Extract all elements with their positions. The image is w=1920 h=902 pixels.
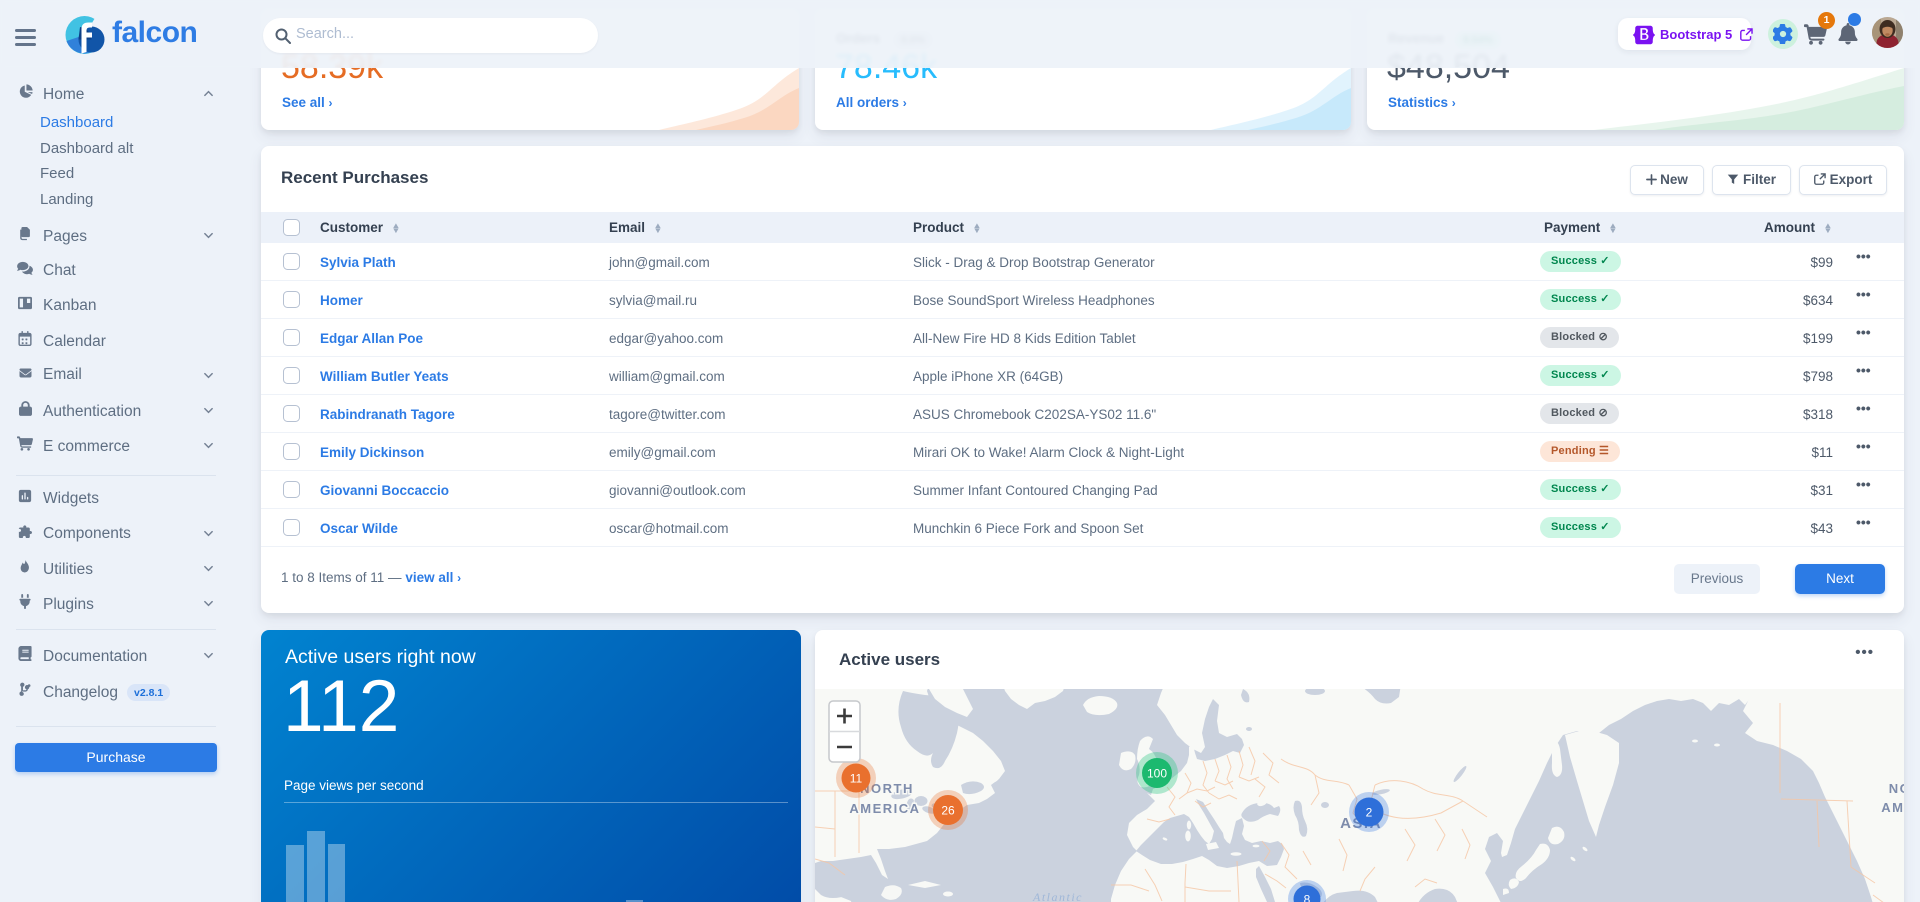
svg-text:Atlantic: Atlantic [1032,890,1083,902]
svg-text:100: 100 [1147,767,1167,781]
svg-text:11: 11 [850,772,863,786]
svg-text:AME: AME [1881,800,1904,815]
svg-text:AMERICA: AMERICA [849,801,920,816]
svg-text:2: 2 [1366,806,1373,820]
svg-text:NO: NO [1889,781,1904,796]
svg-text:26: 26 [941,804,955,818]
svg-text:8: 8 [1304,893,1311,902]
